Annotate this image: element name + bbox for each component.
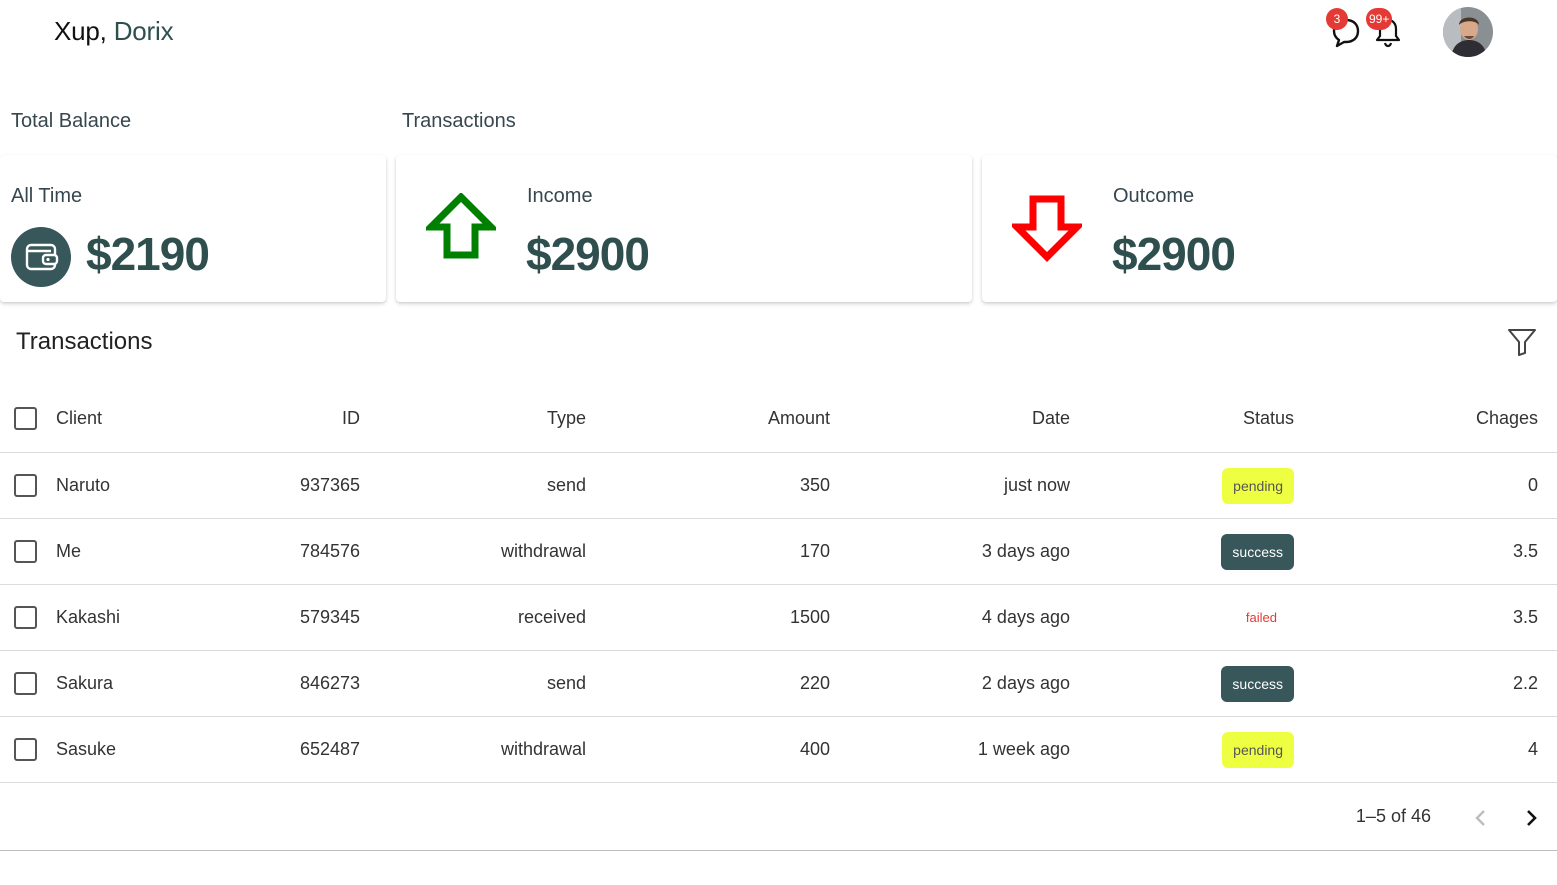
notifications-button[interactable]: 99+ [1366, 8, 1406, 50]
balance-value: $2190 [86, 228, 210, 280]
cell-id: 652487 [300, 739, 361, 759]
cell-date: 4 days ago [981, 607, 1070, 627]
next-page-button[interactable] [1517, 804, 1545, 832]
column-header-status[interactable]: Status [1243, 385, 1294, 452]
status-badge: success [1221, 533, 1294, 570]
cell-changes: 2.2 [1512, 673, 1538, 693]
cell-id: 937365 [300, 475, 361, 495]
cell-id: 846273 [300, 673, 361, 693]
column-header-date[interactable]: Date [1032, 385, 1070, 452]
chevron-right-icon [1527, 810, 1537, 826]
previous-page-button[interactable] [1467, 804, 1495, 832]
cell-amount: 350 [799, 475, 830, 495]
column-header-client[interactable]: Client [56, 385, 102, 452]
column-header-type[interactable]: Type [547, 385, 586, 452]
balance-card: All Time $2190 [0, 155, 386, 302]
table-row[interactable]: Me 784576 withdrawal 170 3 days ago succ… [0, 519, 1557, 585]
cell-date: just now [1003, 475, 1070, 495]
chat-badge: 3 [1326, 8, 1348, 30]
table-header-row: Client ID Type Amount Date Status Chages [0, 385, 1557, 453]
cell-amount: 1500 [789, 607, 830, 627]
balance-period-label: All Time [11, 185, 83, 207]
arrow-up-icon [426, 193, 496, 259]
avatar-image [1443, 7, 1493, 57]
status-badge: failed [1245, 610, 1277, 625]
chevron-left-icon [1475, 810, 1485, 826]
table-row[interactable]: Naruto 937365 send 350 just now pending … [0, 453, 1557, 519]
row-checkbox[interactable] [14, 672, 37, 695]
cell-id: 784576 [300, 541, 361, 561]
transactions-table: Client ID Type Amount Date Status Chages… [0, 385, 1557, 783]
cell-client: Kakashi [56, 607, 121, 627]
cell-date: 3 days ago [981, 541, 1070, 561]
row-checkbox[interactable] [14, 540, 37, 563]
cell-date: 1 week ago [977, 739, 1070, 759]
filter-button[interactable] [1506, 326, 1538, 358]
income-label: Income [527, 185, 593, 207]
total-balance-label: Total Balance [11, 110, 132, 132]
cell-type: withdrawal [500, 541, 586, 561]
row-checkbox[interactable] [14, 474, 37, 497]
column-header-changes[interactable]: Chages [1476, 385, 1538, 452]
row-checkbox[interactable] [14, 738, 37, 761]
wallet-icon [11, 227, 71, 287]
cell-amount: 400 [799, 739, 830, 759]
top-bar: Xup, Dorix 3 99+ [0, 0, 1557, 70]
cell-id: 579345 [300, 607, 361, 627]
transactions-title: Transactions [16, 328, 153, 355]
column-header-id[interactable]: ID [342, 385, 360, 452]
cell-client: Naruto [56, 475, 111, 495]
cell-type: received [517, 607, 586, 627]
outcome-label: Outcome [1113, 185, 1195, 207]
arrow-down-icon [1012, 195, 1082, 262]
greeting-text: Xup, [54, 16, 107, 46]
transactions-summary-label: Transactions [402, 110, 516, 132]
greeting: Xup, Dorix [54, 16, 174, 47]
income-value: $2900 [526, 228, 650, 280]
status-badge: pending [1222, 731, 1294, 768]
cell-client: Me [56, 541, 82, 561]
outcome-value: $2900 [1112, 228, 1236, 280]
select-all-checkbox[interactable] [14, 407, 37, 430]
table-row[interactable]: Sasuke 652487 withdrawal 400 1 week ago … [0, 717, 1557, 783]
status-badge: pending [1222, 467, 1294, 504]
cell-changes: 3.5 [1512, 607, 1538, 627]
status-badge: success [1221, 665, 1294, 702]
table-row[interactable]: Sakura 846273 send 220 2 days ago succes… [0, 651, 1557, 717]
filter-icon [1508, 329, 1536, 356]
cell-type: send [546, 673, 586, 693]
cell-amount: 220 [799, 673, 830, 693]
user-name: Dorix [113, 16, 174, 46]
cell-changes: 3.5 [1512, 541, 1538, 561]
outcome-card: Outcome $2900 [982, 155, 1557, 302]
cell-amount: 170 [799, 541, 830, 561]
cell-changes: 4 [1527, 739, 1538, 759]
cell-client: Sasuke [56, 739, 117, 759]
chat-button[interactable]: 3 [1326, 8, 1364, 50]
avatar[interactable] [1443, 7, 1493, 57]
cell-type: send [546, 475, 586, 495]
cell-client: Sakura [56, 673, 114, 693]
pagination-range: 1–5 of 46 [1355, 806, 1431, 826]
cell-date: 2 days ago [981, 673, 1070, 693]
pagination: 1–5 of 46 [0, 786, 1557, 851]
table-row[interactable]: Kakashi 579345 received 1500 4 days ago … [0, 585, 1557, 651]
notification-badge: 99+ [1366, 8, 1393, 30]
row-checkbox[interactable] [14, 606, 37, 629]
column-header-amount[interactable]: Amount [768, 385, 830, 452]
cell-type: withdrawal [500, 739, 586, 759]
cell-changes: 0 [1527, 475, 1538, 495]
income-card: Income $2900 [396, 155, 972, 302]
